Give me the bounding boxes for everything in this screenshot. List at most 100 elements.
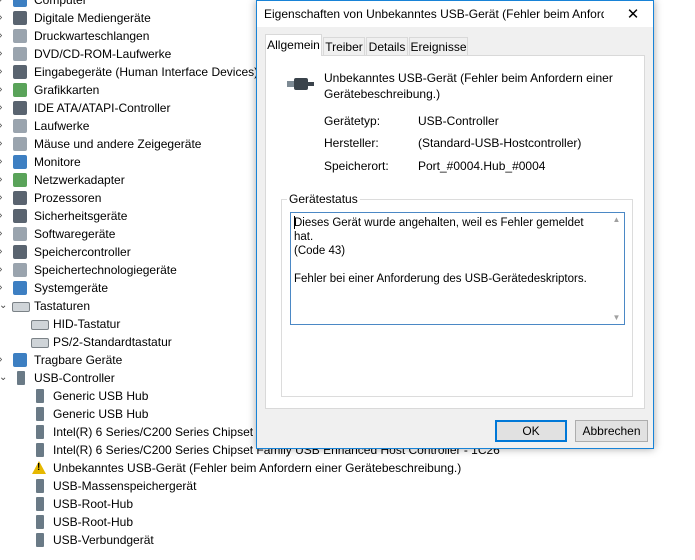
tree-node-drives[interactable]: › Laufwerke bbox=[0, 117, 250, 135]
tree-node-root-hub[interactable]: USB-Root-Hub bbox=[0, 495, 250, 513]
dialog-titlebar[interactable]: Eigenschaften von Unbekanntes USB-Gerät … bbox=[257, 1, 653, 27]
usb-icon bbox=[36, 533, 44, 547]
usb-icon bbox=[36, 497, 44, 511]
chevron-right-icon[interactable]: › bbox=[0, 207, 9, 225]
tree-node-security[interactable]: › Sicherheitsgeräte bbox=[0, 207, 250, 225]
tree-node-label: Generic USB Hub bbox=[53, 389, 149, 403]
chevron-right-icon[interactable]: › bbox=[0, 243, 9, 261]
tree-node-usb-controller[interactable]: ⌄ USB-Controller bbox=[0, 369, 250, 387]
tree-node-memory-tech[interactable]: › Speichertechnologiegeräte bbox=[0, 261, 250, 279]
tree-node-system[interactable]: › Systemgeräte bbox=[0, 279, 250, 297]
tree-node-root-hub[interactable]: USB-Root-Hub bbox=[0, 513, 250, 531]
device-status-text: Dieses Gerät wurde angehalten, weil es F… bbox=[294, 217, 587, 285]
tree-node-label: Digitale Mediengeräte bbox=[34, 11, 151, 25]
system-device-icon bbox=[13, 281, 27, 295]
scroll-up-icon[interactable]: ▲ bbox=[612, 215, 621, 224]
hid-icon bbox=[13, 65, 27, 79]
tree-node-label: Monitore bbox=[34, 155, 81, 169]
close-button[interactable]: ✕ bbox=[613, 1, 653, 27]
chevron-right-icon[interactable]: › bbox=[0, 171, 9, 189]
chevron-right-icon[interactable]: › bbox=[0, 153, 9, 171]
chevron-right-icon[interactable]: › bbox=[0, 351, 9, 369]
usb-icon bbox=[36, 479, 44, 493]
chevron-right-icon[interactable]: › bbox=[0, 81, 9, 99]
tree-node-label: Speichertechnologiegeräte bbox=[34, 263, 177, 277]
display-adapter-icon bbox=[13, 83, 27, 97]
tree-node-label: USB-Massenspeichergerät bbox=[53, 479, 197, 493]
tree-node-computer[interactable]: › Computer bbox=[0, 0, 250, 9]
tree-node-composite[interactable]: USB-Verbundgerät bbox=[0, 531, 250, 549]
media-device-icon bbox=[13, 11, 27, 25]
tree-node-label: Unbekanntes USB-Gerät (Fehler beim Anfor… bbox=[53, 461, 462, 475]
tab-events[interactable]: Ereignisse bbox=[409, 37, 468, 55]
tree-node-hid[interactable]: › Eingabegeräte (Human Interface Devices… bbox=[0, 63, 258, 81]
chevron-right-icon[interactable]: › bbox=[0, 189, 9, 207]
tree-node-mice[interactable]: › Mäuse und andere Zeigegeräte bbox=[0, 135, 250, 153]
tree-node-printers[interactable]: › Druckwarteschlangen bbox=[0, 27, 250, 45]
tree-node-keyboards[interactable]: ⌄ Tastaturen bbox=[0, 297, 250, 315]
ok-button[interactable]: OK bbox=[495, 420, 567, 442]
scroll-down-icon[interactable]: ▼ bbox=[612, 313, 621, 322]
chevron-right-icon[interactable]: › bbox=[0, 261, 9, 279]
chevron-right-icon[interactable]: › bbox=[0, 45, 9, 63]
tree-node-processors[interactable]: › Prozessoren bbox=[0, 189, 250, 207]
dvd-drive-icon bbox=[13, 47, 27, 61]
chevron-right-icon[interactable]: › bbox=[0, 279, 9, 297]
tree-node-ps2-keyboard[interactable]: PS/2-Standardtastatur bbox=[0, 333, 250, 351]
tree-node-monitors[interactable]: › Monitore bbox=[0, 153, 250, 171]
chevron-right-icon[interactable]: › bbox=[0, 9, 9, 27]
tree-node-network[interactable]: › Netzwerkadapter bbox=[0, 171, 250, 189]
manufacturer-label: Hersteller: bbox=[324, 136, 379, 150]
chevron-right-icon[interactable]: › bbox=[0, 225, 9, 243]
tree-node-media[interactable]: › Digitale Mediengeräte bbox=[0, 9, 250, 27]
tree-node-graphics[interactable]: › Grafikkarten bbox=[0, 81, 250, 99]
tree-node-label: Generic USB Hub bbox=[53, 407, 149, 421]
cancel-button[interactable]: Abbrechen bbox=[575, 420, 648, 442]
ide-controller-icon bbox=[13, 101, 27, 115]
chevron-down-icon[interactable]: ⌄ bbox=[0, 369, 9, 387]
tree-node-usb-hub[interactable]: Generic USB Hub bbox=[0, 405, 250, 423]
chevron-right-icon[interactable]: › bbox=[0, 63, 9, 81]
tree-node-label: Softwaregeräte bbox=[34, 227, 116, 241]
text-cursor bbox=[294, 216, 295, 229]
computer-icon bbox=[13, 0, 27, 7]
tree-node-storage[interactable]: › Speichercontroller bbox=[0, 243, 250, 261]
tree-node-label: Eingabegeräte (Human Interface Devices) bbox=[34, 65, 259, 79]
tree-node-label: USB-Controller bbox=[34, 371, 115, 385]
monitor-icon bbox=[13, 155, 27, 169]
usb-icon bbox=[17, 371, 25, 385]
tab-general[interactable]: Allgemein bbox=[265, 34, 322, 56]
tree-node-label: USB-Verbundgerät bbox=[53, 533, 154, 547]
tree-node-hid-keyboard[interactable]: HID-Tastatur bbox=[0, 315, 250, 333]
tree-node-dvd[interactable]: › DVD/CD-ROM-Laufwerke bbox=[0, 45, 250, 63]
device-status-textbox[interactable]: Dieses Gerät wurde angehalten, weil es F… bbox=[290, 212, 625, 325]
tree-node-label: DVD/CD-ROM-Laufwerke bbox=[34, 47, 172, 61]
tree-node-software[interactable]: › Softwaregeräte bbox=[0, 225, 250, 243]
chevron-right-icon[interactable]: › bbox=[0, 117, 9, 135]
tree-node-label: Prozessoren bbox=[34, 191, 102, 205]
general-panel: Unbekanntes USB-Gerät (Fehler beim Anfor… bbox=[265, 55, 645, 409]
device-type-value: USB-Controller bbox=[418, 114, 499, 128]
tree-node-intel-controller[interactable]: Intel(R) 6 Series/C200 Series Chipset Fa bbox=[0, 423, 270, 441]
chevron-right-icon[interactable]: › bbox=[0, 99, 9, 117]
tab-driver[interactable]: Treiber bbox=[323, 37, 365, 55]
keyboard-icon bbox=[31, 320, 49, 330]
tree-node-ide[interactable]: › IDE ATA/ATAPI-Controller bbox=[0, 99, 250, 117]
properties-dialog: Eigenschaften von Unbekanntes USB-Gerät … bbox=[256, 0, 654, 449]
chevron-right-icon[interactable]: › bbox=[0, 0, 9, 9]
tree-node-mass-storage[interactable]: USB-Massenspeichergerät bbox=[0, 477, 250, 495]
device-type-label: Gerätetyp: bbox=[324, 114, 381, 128]
chevron-right-icon[interactable]: › bbox=[0, 135, 9, 153]
chevron-right-icon[interactable]: › bbox=[0, 27, 9, 45]
usb-plug-icon bbox=[287, 78, 314, 90]
tree-node-usb-hub[interactable]: Generic USB Hub bbox=[0, 387, 250, 405]
device-status-label: Gerätestatus bbox=[287, 191, 360, 207]
tree-node-portable[interactable]: › Tragbare Geräte bbox=[0, 351, 250, 369]
chevron-down-icon[interactable]: ⌄ bbox=[0, 297, 9, 315]
tab-details[interactable]: Details bbox=[366, 37, 408, 55]
tree-node-unknown-usb[interactable]: Unbekanntes USB-Gerät (Fehler beim Anfor… bbox=[0, 459, 462, 477]
tree-node-label: Netzwerkadapter bbox=[34, 173, 125, 187]
tree-node-label: Systemgeräte bbox=[34, 281, 109, 295]
printer-icon bbox=[13, 29, 27, 43]
location-label: Speicherort: bbox=[324, 159, 389, 173]
